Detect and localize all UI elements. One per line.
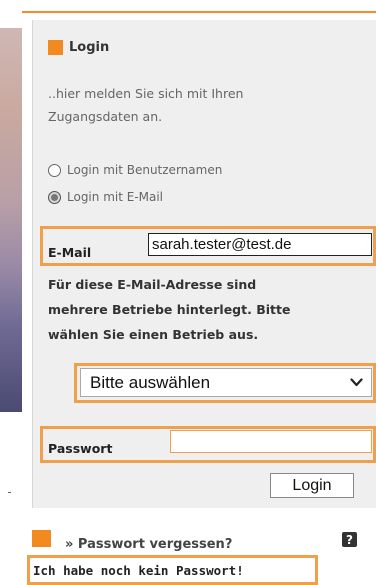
- no-password-link[interactable]: Ich habe noch kein Passwort!: [27, 555, 318, 585]
- email-field[interactable]: sarah.tester@test.de: [148, 233, 372, 256]
- notice-line2: mehrere Betriebe hinterlegt. Bitte: [48, 302, 291, 317]
- orange-square-icon: [32, 530, 51, 547]
- radio-login-username[interactable]: Login mit Benutzernamen: [48, 163, 222, 177]
- password-label: Passwort: [48, 441, 113, 456]
- radio-username-label: Login mit Benutzernamen: [67, 163, 223, 177]
- notice-line3: wählen Sie einen Betrieb aus.: [48, 327, 259, 342]
- background-image-strip: [0, 28, 22, 412]
- password-field[interactable]: [170, 430, 372, 453]
- radio-email-label: Login mit E-Mail: [67, 190, 164, 204]
- email-label: E-Mail: [48, 245, 92, 260]
- forgot-password-link[interactable]: » Passwort vergessen?: [65, 537, 232, 552]
- select-value: Bitte auswählen: [90, 372, 211, 392]
- top-divider: [22, 11, 376, 13]
- intro-text-line2: Zugangsdaten an.: [48, 109, 163, 124]
- business-select[interactable]: Bitte auswählen: [80, 368, 372, 397]
- login-title: Login: [69, 40, 110, 55]
- chevron-down-icon: [350, 378, 363, 387]
- orange-square-icon: [48, 40, 63, 55]
- intro-text-line1: ..hier melden Sie sich mit Ihren: [48, 86, 244, 101]
- radio-login-email[interactable]: Login mit E-Mail: [48, 190, 163, 204]
- help-icon[interactable]: ?: [342, 532, 357, 547]
- left-marker: [8, 492, 11, 493]
- radio-checked-icon[interactable]: [48, 190, 61, 204]
- radio-unchecked-icon[interactable]: [48, 163, 61, 177]
- login-button[interactable]: Login: [270, 473, 354, 498]
- notice-line1: Für diese E-Mail-Adresse sind: [48, 277, 257, 292]
